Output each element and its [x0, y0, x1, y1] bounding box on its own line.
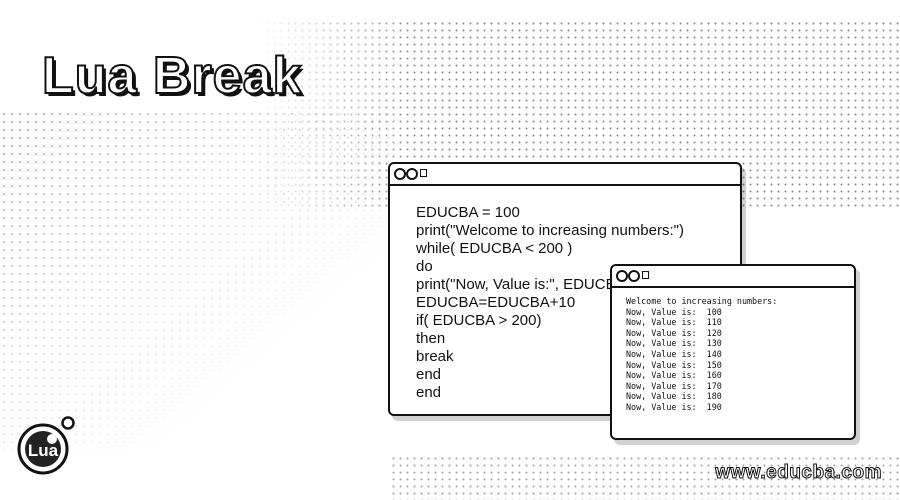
- console-line: Now, Value is: 120: [626, 327, 722, 338]
- window-control-circle-icon: [406, 168, 418, 180]
- code-line: print("Now, Value is:", EDUCBA): [416, 276, 631, 293]
- window-control-square-icon: [420, 169, 427, 177]
- console-line: Now, Value is: 190: [626, 401, 722, 412]
- console-line: Now, Value is: 180: [626, 391, 722, 402]
- code-line: EDUCBA=EDUCBA+10: [416, 294, 576, 311]
- code-line: do: [416, 258, 433, 275]
- console-line: Now, Value is: 160: [626, 370, 722, 381]
- console-window-titlebar: [612, 266, 854, 288]
- code-line: print("Welcome to increasing numbers:"): [416, 222, 684, 239]
- code-line: if( EDUCBA > 200): [416, 312, 542, 329]
- console-line: Now, Value is: 100: [626, 306, 722, 317]
- console-line: Now, Value is: 170: [626, 380, 722, 391]
- window-control-circle-icon: [394, 168, 406, 180]
- console-output: Welcome to increasing numbers: Now, Valu…: [626, 296, 777, 413]
- console-line: Now, Value is: 150: [626, 359, 722, 370]
- code-line: end: [416, 384, 442, 401]
- console-line: Welcome to increasing numbers:: [626, 296, 778, 306]
- console-line: Now, Value is: 130: [626, 338, 722, 349]
- console-line: Now, Value is: 110: [626, 317, 722, 328]
- console-line: Now, Value is: 140: [626, 348, 722, 359]
- background-dot-pattern-left: [0, 110, 390, 450]
- code-line: then: [416, 330, 446, 347]
- page-title: Lua Break: [41, 47, 303, 105]
- lua-logo-icon: Lua: [17, 416, 75, 475]
- code-line: while( EDUCBA < 200 ): [416, 240, 573, 257]
- website-url: www.educba.com: [715, 462, 882, 484]
- code-line: end: [416, 366, 442, 383]
- window-control-square-icon: [642, 271, 649, 279]
- window-control-circle-icon: [628, 270, 640, 282]
- window-control-circle-icon: [616, 270, 628, 282]
- code-line: break: [416, 348, 454, 365]
- lua-logo-text: Lua: [28, 441, 59, 460]
- code-line: EDUCBA = 100: [416, 204, 520, 221]
- console-output-window: Welcome to increasing numbers: Now, Valu…: [610, 264, 856, 440]
- code-window-titlebar: [390, 164, 740, 186]
